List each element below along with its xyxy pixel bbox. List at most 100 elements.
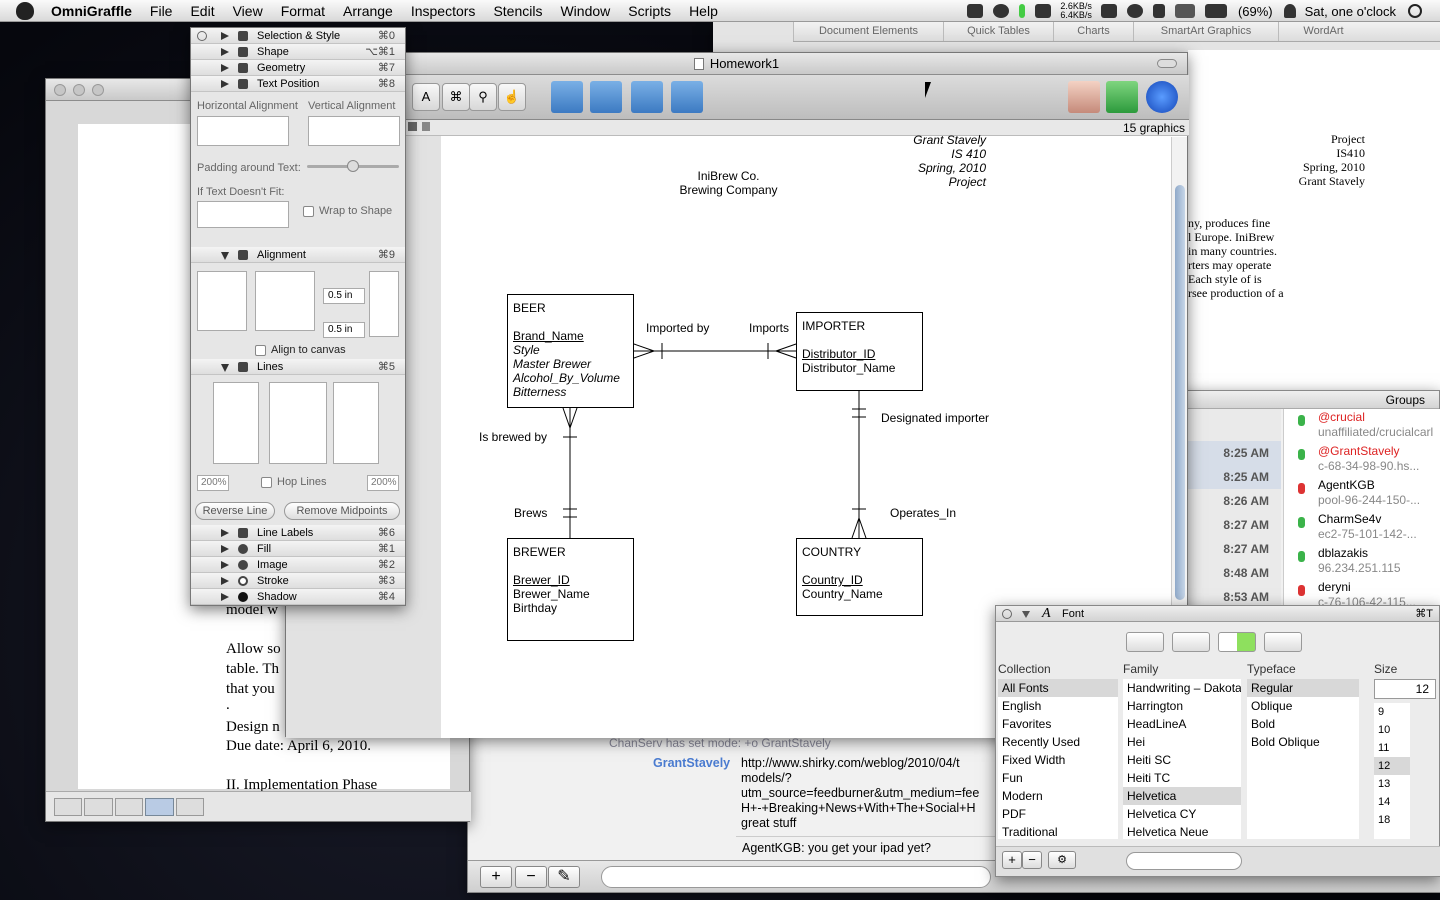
user-item[interactable]: @crucial unaffiliated/crucialcarl bbox=[1284, 409, 1440, 443]
section-geometry[interactable]: Geometry ⌘7 bbox=[191, 60, 405, 76]
hop-lines-checkbox[interactable] bbox=[261, 477, 272, 488]
entity-beer[interactable]: BEER Brand_Name Style Master Brewer Alco… bbox=[507, 294, 634, 408]
line-type-picker[interactable] bbox=[269, 382, 327, 464]
disclosure-triangle-icon[interactable] bbox=[221, 545, 229, 553]
padding-slider[interactable] bbox=[307, 160, 399, 172]
remove-midpoints-button[interactable]: Remove Midpoints bbox=[284, 502, 400, 520]
disclosure-triangle-icon[interactable] bbox=[221, 529, 229, 537]
publishing-view-icon[interactable] bbox=[114, 798, 144, 816]
collection-item[interactable]: PDF bbox=[998, 805, 1118, 823]
menu-scripts[interactable]: Scripts bbox=[619, 3, 680, 19]
v-align-buttons[interactable] bbox=[308, 116, 400, 146]
overflow-buttons[interactable] bbox=[197, 201, 289, 228]
family-item[interactable]: Handwriting – Dakota bbox=[1123, 679, 1241, 697]
minimize-button[interactable] bbox=[73, 84, 85, 96]
typeface-item[interactable]: Bold bbox=[1247, 715, 1359, 733]
spacing-field-1[interactable]: 0.5 in bbox=[323, 288, 365, 304]
user-item[interactable]: AgentKGB pool-96-244-150-... bbox=[1284, 477, 1440, 511]
underline-menu[interactable] bbox=[1126, 632, 1164, 652]
draft-view-icon[interactable] bbox=[54, 798, 83, 816]
disclosure-triangle-icon[interactable] bbox=[221, 32, 229, 40]
section-lines[interactable]: Lines ⌘5 bbox=[191, 359, 405, 375]
collection-item[interactable]: All Fonts bbox=[998, 679, 1118, 697]
disclosure-triangle-icon[interactable] bbox=[221, 561, 229, 569]
family-item[interactable]: Heiti SC bbox=[1123, 751, 1241, 769]
collection-item[interactable]: Recently Used bbox=[998, 733, 1118, 751]
close-button[interactable] bbox=[54, 84, 66, 96]
line-start-picker[interactable] bbox=[213, 382, 259, 464]
add-button[interactable]: + bbox=[480, 866, 512, 888]
battery-icon[interactable] bbox=[1204, 4, 1227, 18]
label-operates-in[interactable]: Operates_In bbox=[890, 506, 956, 520]
family-item[interactable]: Harrington bbox=[1123, 697, 1241, 715]
ribbon-quick-tables[interactable]: Quick Tables bbox=[943, 22, 1053, 41]
size-item[interactable]: 14 bbox=[1374, 793, 1410, 811]
user-item[interactable]: dblazakis 96.234.251.115 bbox=[1284, 545, 1440, 579]
doc-page[interactable]: Project IS410 Spring, 2010 Grant Stavely… bbox=[1188, 50, 1440, 400]
disclosure-triangle-icon[interactable] bbox=[221, 80, 229, 88]
user-item[interactable]: @GrantStavely c-68-34-98-90.hs... bbox=[1284, 443, 1440, 477]
document-color-button[interactable] bbox=[1264, 632, 1302, 652]
size-item[interactable]: 12 bbox=[1374, 757, 1410, 775]
wifi-icon[interactable] bbox=[1174, 4, 1195, 18]
disclosure-triangle-icon[interactable] bbox=[221, 48, 229, 56]
ribbon-document-elements[interactable]: Document Elements bbox=[793, 22, 943, 41]
align-buttons[interactable] bbox=[255, 271, 315, 331]
section-alignment[interactable]: Alignment ⌘9 bbox=[191, 247, 405, 263]
slider-knob[interactable] bbox=[347, 160, 359, 172]
h-align-buttons[interactable] bbox=[197, 116, 289, 146]
collection-item[interactable]: Favorites bbox=[998, 715, 1118, 733]
airdisplay-icon[interactable] bbox=[1035, 4, 1052, 18]
typeface-item[interactable]: Bold Oblique bbox=[1247, 733, 1359, 751]
message-sender[interactable]: GrantStavely bbox=[653, 756, 730, 770]
collection-item[interactable]: Fixed Width bbox=[998, 751, 1118, 769]
section-selection-style[interactable]: Selection & Style ⌘0 bbox=[191, 28, 405, 44]
memory-icon[interactable] bbox=[1100, 4, 1117, 18]
label-imported-by[interactable]: Imported by bbox=[646, 321, 709, 335]
print-view-icon[interactable] bbox=[145, 798, 174, 816]
collection-item[interactable]: Fun bbox=[998, 769, 1118, 787]
battery-percent[interactable]: (69%) bbox=[1238, 4, 1273, 19]
size-item[interactable]: 18 bbox=[1374, 811, 1410, 829]
disclosure-triangle-icon[interactable] bbox=[221, 252, 229, 260]
spotlight-icon[interactable] bbox=[1408, 4, 1422, 18]
label-is-brewed-by[interactable]: Is brewed by bbox=[479, 430, 547, 444]
growl-icon[interactable] bbox=[967, 4, 984, 18]
menu-inspectors[interactable]: Inspectors bbox=[402, 3, 485, 19]
remove-button[interactable]: − bbox=[515, 866, 547, 888]
chat-input[interactable] bbox=[601, 866, 991, 888]
family-item[interactable]: Helvetica Neue bbox=[1123, 823, 1241, 839]
entity-importer[interactable]: IMPORTER Distributor_ID Distributor_Name bbox=[796, 312, 923, 391]
remove-collection-button[interactable]: − bbox=[1022, 851, 1042, 869]
section-shape[interactable]: Shape ⌥⌘1 bbox=[191, 44, 405, 60]
entity-brewer[interactable]: BREWER Brewer_ID Brewer_Name Birthday bbox=[507, 538, 634, 641]
disclosure-triangle-icon[interactable] bbox=[221, 64, 229, 72]
message-link[interactable]: http://www.shirky.com/weblog/2010/04/t bbox=[741, 756, 960, 770]
distribute-buttons[interactable] bbox=[369, 271, 399, 337]
family-item[interactable]: Helvetica bbox=[1123, 787, 1241, 805]
menu-view[interactable]: View bbox=[224, 3, 272, 19]
text-color-button[interactable] bbox=[1218, 632, 1256, 652]
reverse-line-button[interactable]: Reverse Line bbox=[195, 502, 275, 520]
section-text-position[interactable]: Text Position ⌘8 bbox=[191, 76, 405, 92]
user-icon[interactable] bbox=[1283, 4, 1296, 18]
size-item[interactable]: 9 bbox=[1374, 703, 1410, 721]
message-link[interactable]: H+-+Breaking+News+With+The+Social+H bbox=[741, 801, 976, 815]
label-brews[interactable]: Brews bbox=[514, 506, 547, 520]
disclosure-triangle-icon[interactable] bbox=[221, 593, 229, 601]
network-monitor[interactable]: 2.6KB/s 6.4KB/s bbox=[1060, 2, 1092, 20]
menu-stencils[interactable]: Stencils bbox=[484, 3, 551, 19]
menu-file[interactable]: File bbox=[141, 3, 182, 19]
quicksilver-icon[interactable] bbox=[993, 4, 1010, 18]
alignment-grid[interactable] bbox=[197, 271, 247, 331]
collection-item[interactable]: Traditional bbox=[998, 823, 1118, 839]
font-search-input[interactable] bbox=[1126, 852, 1242, 870]
collection-item[interactable]: Modern bbox=[998, 787, 1118, 805]
volume-icon[interactable] bbox=[1152, 4, 1165, 18]
notebook-view-icon[interactable] bbox=[175, 798, 205, 816]
size-field[interactable]: 12 bbox=[1374, 679, 1436, 699]
edit-pencil-icon[interactable]: ✎ bbox=[548, 866, 580, 888]
family-item[interactable]: HeadLineA bbox=[1123, 715, 1241, 733]
section-line-labels[interactable]: Line Labels ⌘6 bbox=[191, 525, 405, 541]
start-scale-field[interactable]: 200% bbox=[197, 475, 229, 491]
